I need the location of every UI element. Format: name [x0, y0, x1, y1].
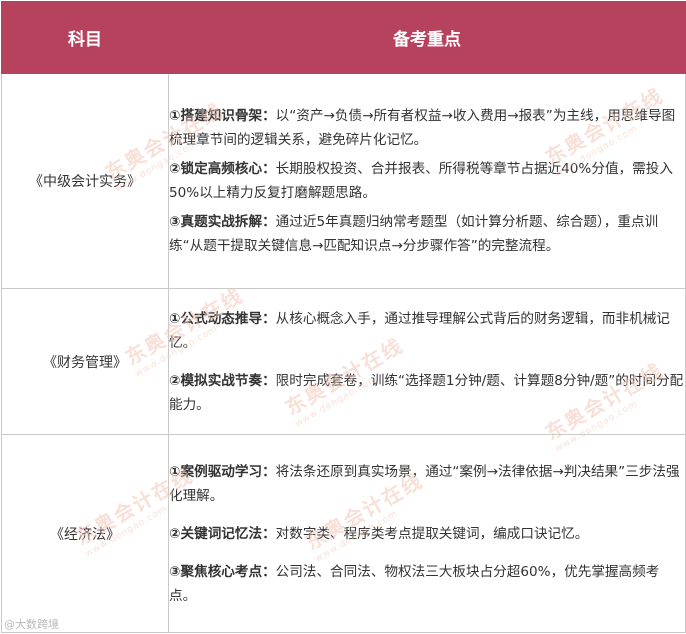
table-row: 《经济法》 ①案例驱动学习：将法条还原到真实场景，通过“案例→法律依据→判决结果…	[1, 434, 686, 633]
subject-cell: 《中级会计实务》	[1, 73, 169, 289]
focus-point: ①公式动态推导：从核心概念入手，通过推导理解公式背后的财务逻辑，而非机械记忆。	[169, 307, 685, 355]
points-cell: ①公式动态推导：从核心概念入手，通过推导理解公式背后的财务逻辑，而非机械记忆。 …	[168, 288, 686, 435]
focus-point: ③真题实战拆解：通过近5年真题归纳常考题型（如计算分析题、综合题），重点训练“从…	[169, 210, 685, 258]
table-header-row: 科目 备考重点	[1, 1, 686, 74]
focus-point: ②锁定高频核心：长期股权投资、合并报表、所得税等章节占据近40%分值，需投入50…	[169, 157, 685, 205]
header-focus: 备考重点	[168, 1, 686, 74]
subject-cell: 《经济法》	[1, 434, 169, 633]
focus-point: ①案例驱动学习：将法条还原到真实场景，通过“案例→法律依据→判决结果”三步法强化…	[169, 460, 685, 508]
footer-watermark: @大数跨境	[4, 618, 59, 631]
points-cell: ①搭建知识骨架：以“资产→负债→所有者权益→收入费用→报表”为主线，用思维导图梳…	[168, 73, 686, 289]
table-row: 《财务管理》 ①公式动态推导：从核心概念入手，通过推导理解公式背后的财务逻辑，而…	[1, 288, 686, 435]
point-title: ②锁定高频核心：	[169, 161, 276, 177]
point-title: ①公式动态推导：	[169, 310, 276, 327]
focus-point: ②关键词记忆法：对数字类、程序类考点提取关键词，编成口诀记忆。	[169, 522, 685, 546]
subject-cell: 《财务管理》	[1, 288, 169, 435]
point-title: ②关键词记忆法：	[169, 525, 276, 542]
header-subject: 科目	[1, 1, 169, 74]
point-title: ②模拟实战节奏：	[169, 372, 276, 389]
study-focus-table: 科目 备考重点 《中级会计实务》 ①搭建知识骨架：以“资产→负债→所有者权益→收…	[1, 1, 686, 633]
points-cell: ①案例驱动学习：将法条还原到真实场景，通过“案例→法律依据→判决结果”三步法强化…	[168, 434, 686, 633]
point-title: ③真题实战拆解：	[169, 214, 276, 230]
point-title: ①搭建知识骨架：	[169, 108, 276, 124]
focus-point: ③聚焦核心考点：公司法、合同法、物权法三大板块占分超60%，优先掌握高频考点。	[169, 560, 685, 608]
point-title: ③聚焦核心考点：	[169, 563, 276, 580]
focus-point: ①搭建知识骨架：以“资产→负债→所有者权益→收入费用→报表”为主线，用思维导图梳…	[169, 104, 685, 152]
point-text: 对数字类、程序类考点提取关键词，编成口诀记忆。	[275, 525, 589, 542]
focus-point: ②模拟实战节奏：限时完成套卷，训练“选择题1分钟/题、计算题8分钟/题”的时间分…	[169, 369, 685, 417]
table-row: 《中级会计实务》 ①搭建知识骨架：以“资产→负债→所有者权益→收入费用→报表”为…	[1, 73, 686, 289]
point-title: ①案例驱动学习：	[169, 463, 276, 480]
